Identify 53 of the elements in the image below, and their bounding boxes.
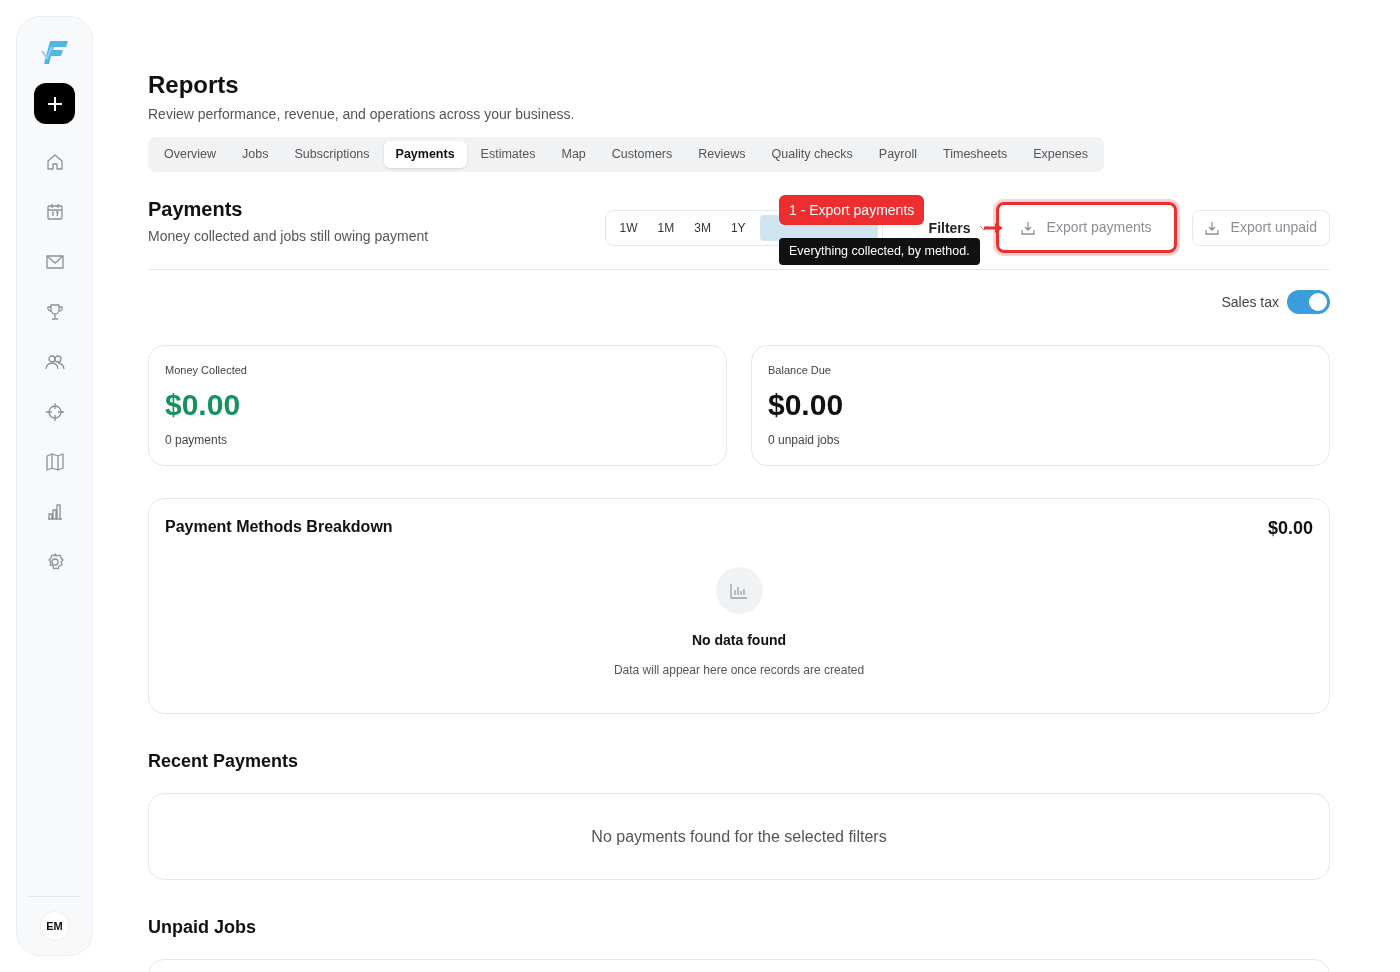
trophy-icon[interactable] [44, 302, 65, 322]
tab[interactable]: Map [549, 141, 598, 168]
empty-state-title: No data found [691, 631, 787, 650]
empty-state-text: No payments found for the selected filters [591, 826, 887, 847]
total-amount: $0.00 [1267, 517, 1313, 540]
map-icon[interactable] [44, 452, 65, 472]
filters-button[interactable]: Filters [928, 219, 989, 236]
tab[interactable]: Reviews [686, 141, 758, 168]
plus-icon [46, 95, 63, 112]
range-button[interactable]: 3M [684, 214, 721, 241]
card-title: Payment Methods Breakdown [165, 517, 393, 537]
stat-amount: $0.00 [768, 386, 845, 423]
add-button[interactable] [34, 83, 75, 124]
range-button[interactable]: 1W [609, 214, 648, 241]
tab[interactable]: Payments [383, 141, 467, 168]
sales-tax-toggle[interactable] [1287, 290, 1330, 314]
section-heading: Recent Payments [148, 750, 300, 773]
empty-state-text: Data will appear here once records are created [613, 662, 865, 679]
mail-icon[interactable] [44, 252, 65, 272]
tab[interactable]: Subscriptions [282, 141, 382, 168]
users-icon[interactable] [44, 352, 65, 372]
stat-label: Money Collected [165, 363, 248, 378]
tab[interactable]: Jobs [230, 141, 281, 168]
home-icon[interactable] [44, 152, 65, 172]
range-button[interactable]: 1M [647, 214, 685, 241]
tooltip: Everything collected, by method. [779, 238, 980, 265]
calendar-icon[interactable] [44, 202, 65, 222]
section-heading: Unpaid Jobs [148, 916, 257, 939]
section-subtitle: Money collected and jobs still owing payment [148, 227, 429, 246]
tab[interactable]: Customers [599, 141, 685, 168]
page-subtitle: Review performance, revenue, and operations across your business. [148, 105, 576, 124]
stat-amount: $0.00 [165, 386, 242, 423]
chevron-down-icon [978, 224, 989, 231]
sales-tax-label: Sales tax [1221, 292, 1279, 312]
tab[interactable]: Timesheets [931, 141, 1020, 168]
stat-label: Balance Due [768, 363, 832, 378]
page-title: Reports [148, 70, 240, 100]
annotation-arrow [984, 223, 1004, 233]
stat-note: 0 unpaid jobs [768, 431, 841, 449]
annotation-badge: 1 - Export payments [779, 195, 925, 225]
tab[interactable]: Expenses [1021, 141, 1101, 168]
download-icon [1204, 220, 1219, 235]
empty-chart-icon [715, 567, 763, 614]
tab[interactable]: Estimates [468, 141, 548, 168]
stat-note: 0 payments [165, 431, 229, 449]
tab[interactable]: Quality checks [759, 141, 865, 168]
user-avatar[interactable]: EM [39, 911, 70, 941]
tab[interactable]: Overview [152, 141, 229, 168]
section-title: Payments [148, 197, 244, 221]
tab[interactable]: Payroll [866, 141, 929, 168]
download-icon [1020, 220, 1035, 235]
range-button[interactable]: 1Y [720, 214, 756, 241]
crosshair-icon[interactable] [44, 402, 65, 422]
